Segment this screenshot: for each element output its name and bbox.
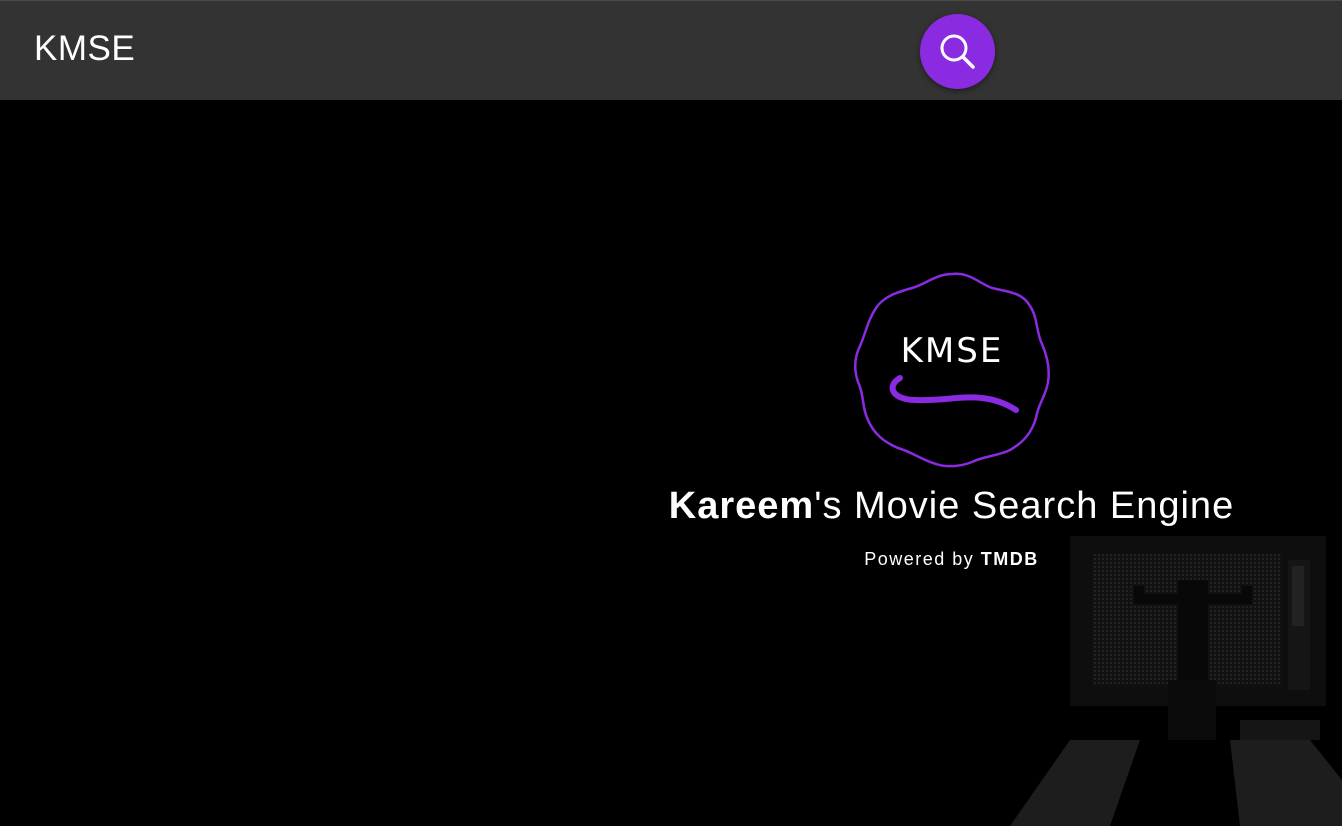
kmse-logo: KMSE [854, 272, 1050, 468]
title-name: Kareem [668, 485, 815, 527]
title-rest: 's Movie Search Engine [814, 485, 1235, 527]
search-icon [940, 34, 975, 69]
top-bar: KMSE [0, 0, 1342, 100]
brand-title[interactable]: KMSE [34, 31, 135, 66]
search-button[interactable] [920, 14, 995, 89]
main-hero: KMSE Kareem's Movie Search Engine Powere… [0, 100, 1342, 826]
logo-text: KMSE [901, 331, 1004, 371]
powered-by: Powered by TMDB [0, 549, 1342, 570]
page-title: Kareem's Movie Search Engine [0, 485, 1342, 528]
tv-figure-art [1010, 536, 1342, 826]
powered-prefix: Powered by [864, 549, 981, 569]
powered-source[interactable]: TMDB [981, 549, 1039, 569]
